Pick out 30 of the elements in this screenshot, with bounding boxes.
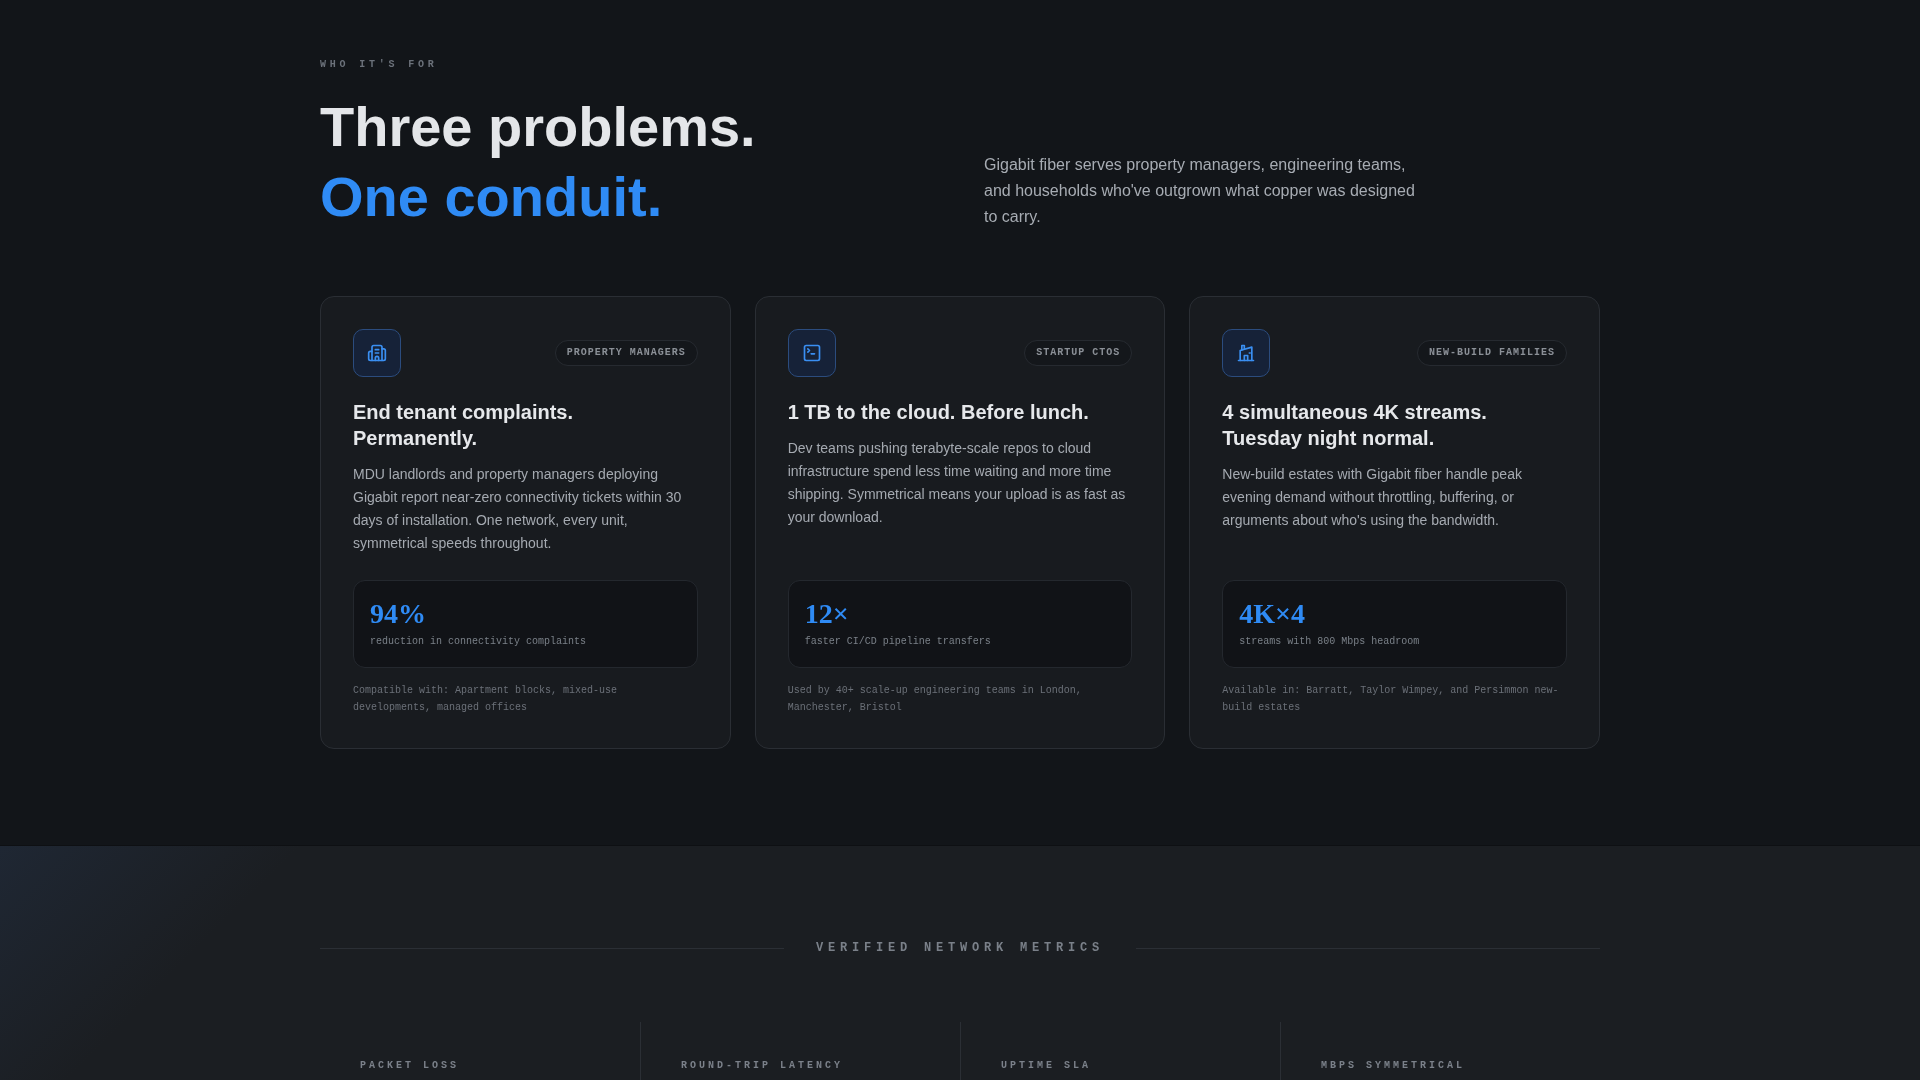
- metric-label: PACKET LOSS: [360, 1059, 459, 1073]
- stat-value: 94%: [370, 597, 426, 631]
- card-footnote: Used by 40+ scale-up engineering teams in London, Manchester, Bristol: [787, 684, 1083, 715]
- card-footnote: Compatible with: Apartment blocks, mixed-use developments, managed offices: [353, 684, 619, 715]
- terminal-icon: [787, 329, 836, 377]
- headline-accent: One conduit.: [320, 164, 663, 230]
- card-title: 1 TB to the cloud. Before lunch.: [787, 400, 1090, 425]
- metric-label: ROUND-TRIP LATENCY: [681, 1059, 844, 1073]
- card-description: Dev teams pushing terabyte-scale repos to cloud infrastructure spend less time waiting and more time shipping. Symmetrical means your upload is as fast as your download.: [787, 439, 1127, 527]
- metrics-heading: VERIFIED NETWORK METRICS: [816, 940, 1104, 956]
- card-title: 4 simultaneous 4K streams. Tuesday night normal.: [1222, 400, 1488, 451]
- stat-label: reduction in connectivity complaints: [370, 635, 587, 649]
- audience-tag: PROPERTY MANAGERS: [554, 340, 698, 366]
- metric-label: MBPS SYMMETRICAL: [1321, 1059, 1465, 1073]
- stat-value: 12×: [804, 597, 849, 631]
- audience-tag: STARTUP CTOS: [1024, 340, 1133, 366]
- stat-label: streams with 800 Mbps headroom: [1239, 635, 1420, 649]
- building-icon: [353, 329, 401, 377]
- metric-label: UPTIME SLA: [1001, 1059, 1091, 1073]
- card-description: MDU landlords and property managers deploying Gigabit report near-zero connectivity tickets within 30 days of installation. One network, every unit, symmetrical speeds throughout.: [353, 465, 683, 553]
- intro-paragraph: Gigabit fiber serves property managers, engineering teams, and households who've outgrown what copper was designed to carry.: [984, 155, 1416, 227]
- card-footnote: Available in: Barratt, Taylor Wimpey, and Persimmon new-build estates: [1222, 684, 1560, 715]
- section-eyebrow: WHO IT'S FOR: [320, 58, 438, 72]
- headline: Three problems.: [320, 94, 756, 160]
- stat-label: faster CI/CD pipeline transfers: [804, 635, 991, 649]
- card-title: End tenant complaints. Permanently.: [353, 400, 575, 451]
- house-icon: [1222, 329, 1271, 377]
- card-description: New-build estates with Gigabit fiber handle peak evening demand without throttling, buffering, or arguments about who's using the bandwidth.: [1222, 465, 1523, 530]
- stat-value: 4K×4: [1239, 597, 1306, 631]
- audience-tag: NEW-BUILD FAMILIES: [1416, 340, 1567, 366]
